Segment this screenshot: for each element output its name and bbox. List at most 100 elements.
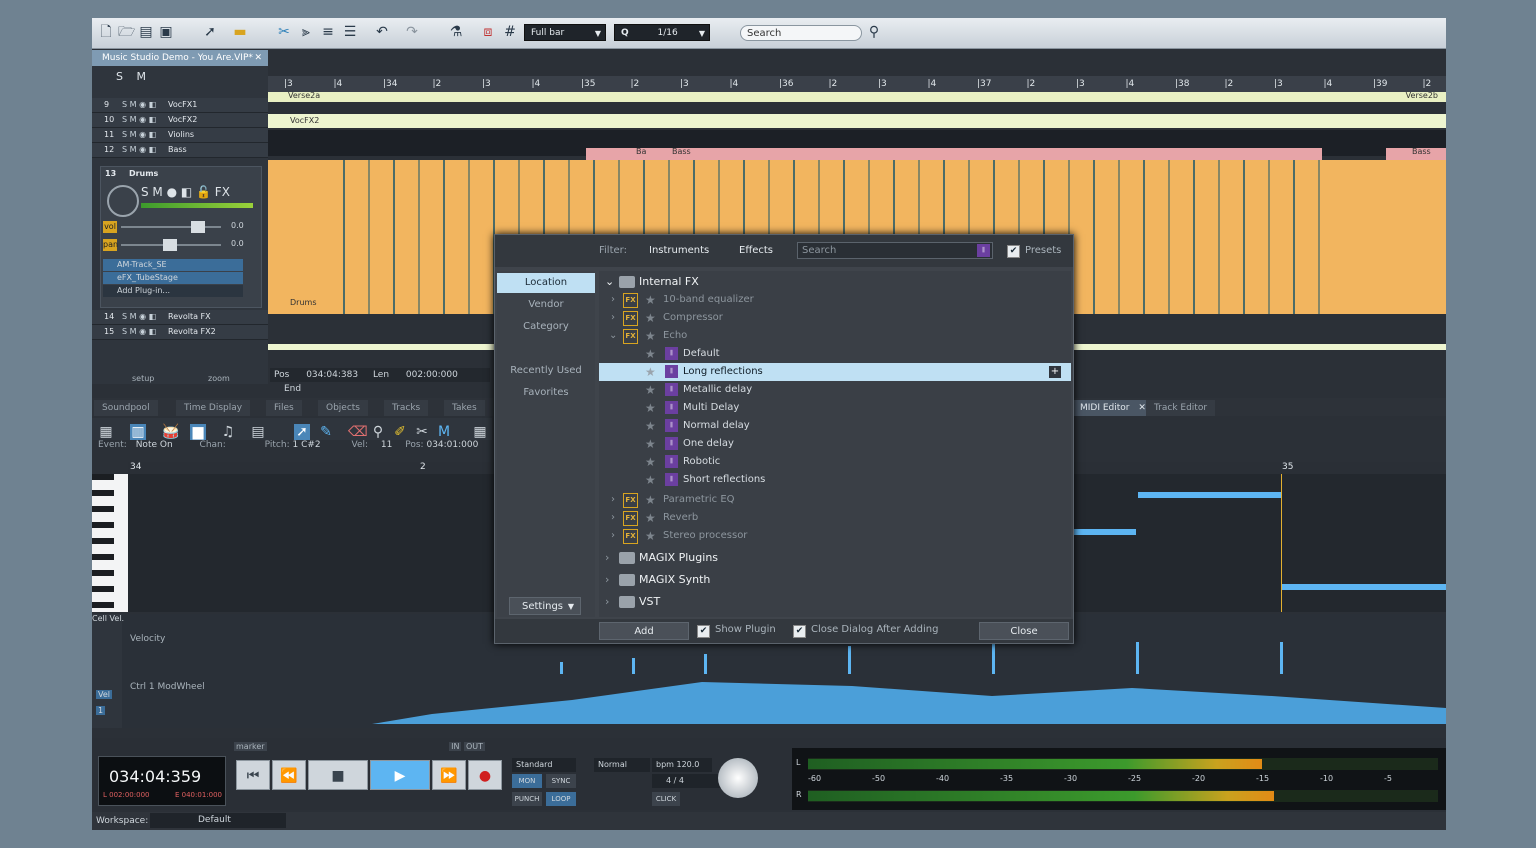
track-solo-mute[interactable]: S M ◉ ◧ bbox=[122, 113, 156, 127]
stop-button[interactable]: ■ bbox=[308, 760, 368, 790]
out-button[interactable]: OUT bbox=[463, 742, 486, 751]
vol-slider-handle[interactable] bbox=[191, 221, 205, 233]
tree-effect[interactable]: › FX ★ Stereo processor bbox=[599, 527, 1071, 545]
align-left-icon[interactable]: ≡ bbox=[320, 24, 336, 40]
search-input[interactable]: Search bbox=[740, 25, 862, 41]
midi-note[interactable] bbox=[1074, 529, 1136, 535]
velocity-bar[interactable] bbox=[848, 646, 851, 674]
velocity-bar[interactable] bbox=[632, 658, 635, 674]
vel-value[interactable]: 11 bbox=[381, 440, 392, 450]
brush-icon[interactable]: ✐ bbox=[392, 424, 408, 440]
project-tab[interactable]: Music Studio Demo - You Are.VIP* ✕ bbox=[92, 50, 268, 66]
keyboard-icon[interactable]: ▦ bbox=[472, 424, 488, 440]
filter-effects-button[interactable]: Effects bbox=[739, 245, 773, 256]
new-file-icon[interactable]: 🗋 bbox=[98, 24, 114, 40]
cut-icon[interactable]: ✂ bbox=[276, 24, 292, 40]
track-solo-mute[interactable]: S M ◉ ◧ bbox=[122, 143, 156, 157]
in-button[interactable]: IN bbox=[449, 742, 462, 751]
tab-time-display[interactable]: Time Display bbox=[176, 400, 251, 416]
open-folder-icon[interactable]: 🗁 bbox=[118, 24, 135, 40]
tree-folder[interactable]: › MAGIX Plugins bbox=[599, 549, 1071, 567]
track-solo-mute[interactable]: S M ◉ ◧ bbox=[122, 325, 156, 339]
track-row[interactable]: 10 S M ◉ ◧ VocFX2 bbox=[92, 113, 268, 128]
quantize-value-select[interactable]: Q 1/16 ▼ bbox=[614, 24, 710, 41]
filter-instruments-button[interactable]: Instruments bbox=[649, 245, 709, 256]
split-icon[interactable]: ⫸ bbox=[298, 24, 314, 40]
star-icon[interactable]: ★ bbox=[645, 509, 656, 527]
add-plugin-button[interactable]: Add Plug-in... bbox=[103, 285, 243, 297]
tab-tracks[interactable]: Tracks bbox=[384, 400, 429, 416]
controller-number[interactable]: 1 bbox=[96, 706, 106, 715]
sync-button[interactable]: SYNC bbox=[546, 774, 576, 788]
tree-preset-selected[interactable]: ★ 𝄃 Long reflections + bbox=[599, 363, 1071, 381]
clip-verse2a[interactable]: Verse2a Verse2b bbox=[268, 91, 1446, 102]
loop-button[interactable]: LOOP bbox=[546, 792, 576, 806]
star-icon[interactable]: ★ bbox=[645, 471, 656, 489]
track-row[interactable]: 9 S M ◉ ◧ VocFX1 bbox=[92, 98, 268, 113]
pointer-tool-icon[interactable]: ➚ bbox=[294, 424, 310, 440]
tree-folder[interactable]: › MAGIX Synth bbox=[599, 571, 1071, 589]
workspace-select[interactable]: Default bbox=[150, 813, 286, 828]
tab-files[interactable]: Files bbox=[266, 400, 302, 416]
velocity-bar[interactable] bbox=[992, 644, 995, 674]
piano-view-icon[interactable]: ▥ bbox=[130, 424, 146, 440]
score-view-icon[interactable]: ♫ bbox=[220, 424, 236, 440]
modwheel-curve[interactable] bbox=[372, 678, 1446, 724]
close-button[interactable]: Close bbox=[979, 622, 1069, 640]
punch-button[interactable]: PUNCH bbox=[512, 792, 542, 806]
pointer-tool-icon[interactable]: ➚ bbox=[202, 24, 218, 40]
dialog-search-input[interactable]: Search 𝄃 bbox=[797, 242, 993, 259]
pos-value[interactable]: 034:04:383 bbox=[306, 370, 358, 380]
tab-objects[interactable]: Objects bbox=[318, 400, 369, 416]
tree-preset[interactable]: ★ 𝄃 Robotic bbox=[599, 453, 1071, 471]
click-button[interactable]: CLICK bbox=[652, 792, 680, 806]
snap-icon[interactable]: ⧈ bbox=[480, 24, 496, 40]
skip-back-button[interactable]: ⏮ bbox=[236, 760, 270, 790]
presets-checkbox[interactable]: ✔ bbox=[1007, 245, 1020, 258]
velocity-bar[interactable] bbox=[1280, 642, 1283, 674]
star-icon[interactable]: ★ bbox=[645, 453, 656, 471]
track-row[interactable]: 11 S M ◉ ◧ Violins bbox=[92, 128, 268, 143]
quantize-mode-select[interactable]: Full bar ▼ bbox=[524, 24, 606, 41]
clip-vocfx2[interactable]: VocFX2 bbox=[268, 114, 1446, 128]
star-icon[interactable]: ★ bbox=[645, 527, 656, 545]
len-value[interactable]: 002:00:000 bbox=[406, 370, 458, 380]
close-icon[interactable]: ✕ bbox=[1138, 403, 1146, 413]
track-solo-mute[interactable]: S M ◉ ◧ bbox=[122, 128, 156, 142]
star-icon[interactable]: ★ bbox=[645, 291, 656, 309]
star-icon[interactable]: ★ bbox=[645, 417, 656, 435]
track-row[interactable]: 12 S M ◉ ◧ Bass bbox=[92, 143, 268, 158]
mixer-icon[interactable]: ⚗ bbox=[448, 24, 464, 40]
tab-midi-editor[interactable]: MIDI Editor ✕ bbox=[1072, 400, 1154, 416]
tree-preset[interactable]: ★ 𝄃 One delay bbox=[599, 435, 1071, 453]
plugin-slot[interactable]: AM-Track_SE bbox=[103, 259, 243, 271]
tree-preset[interactable]: ★ 𝄃 Metallic delay bbox=[599, 381, 1071, 399]
fast-forward-button[interactable]: ⏩ bbox=[432, 760, 466, 790]
tree-preset[interactable]: ★ 𝄃 Multi Delay bbox=[599, 399, 1071, 417]
side-vendor[interactable]: Vendor bbox=[497, 295, 595, 315]
star-icon[interactable]: ★ bbox=[645, 345, 656, 363]
grid-icon[interactable]: # bbox=[502, 24, 518, 40]
vel-select[interactable]: Vel bbox=[96, 690, 112, 699]
side-favorites[interactable]: Favorites bbox=[497, 383, 595, 403]
clip-bass[interactable]: Bass bbox=[1386, 147, 1446, 160]
velocity-bar[interactable] bbox=[560, 662, 563, 674]
record-button[interactable]: ● bbox=[468, 760, 502, 790]
redo-icon[interactable]: ↷ bbox=[404, 24, 420, 40]
play-button[interactable]: ▶ bbox=[370, 760, 430, 790]
piano-keyboard[interactable] bbox=[92, 474, 128, 612]
bpm-field[interactable]: bpm 120.0 bbox=[652, 758, 712, 772]
tree-preset[interactable]: ★ 𝄃 Short reflections bbox=[599, 471, 1071, 489]
tempo-mode-select[interactable]: Normal bbox=[594, 758, 650, 772]
star-icon[interactable]: ★ bbox=[645, 491, 656, 509]
drum-track-buttons[interactable]: S M ● ◧ 🔓 FX bbox=[141, 185, 230, 199]
star-icon[interactable]: ★ bbox=[645, 363, 656, 381]
add-button[interactable]: Add bbox=[599, 622, 689, 640]
save-icon[interactable]: ▣ bbox=[158, 24, 174, 40]
tree-effect[interactable]: › FX ★ 10-band equalizer bbox=[599, 291, 1071, 309]
mode-select[interactable]: Standard bbox=[512, 758, 576, 772]
list-view-icon[interactable]: ▤ bbox=[250, 424, 266, 440]
pan-slider-handle[interactable] bbox=[163, 239, 177, 251]
close-icon[interactable]: ✕ bbox=[254, 50, 262, 66]
tab-soundpool[interactable]: Soundpool bbox=[94, 400, 158, 416]
